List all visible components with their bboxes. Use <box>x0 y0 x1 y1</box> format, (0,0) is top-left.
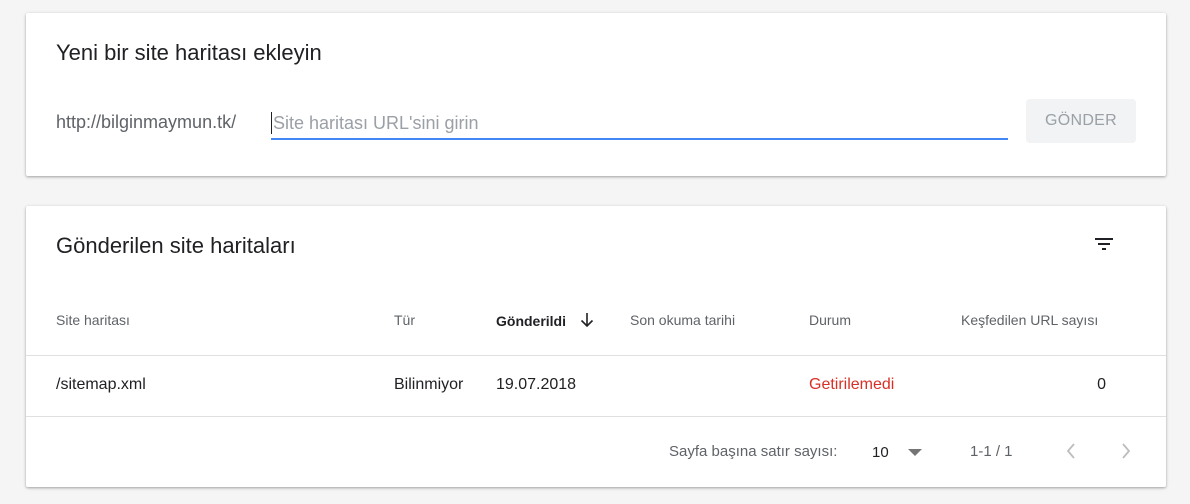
cell-discovered: 0 <box>1097 376 1106 393</box>
dropdown-arrow-icon <box>908 449 922 456</box>
page-range: 1-1 / 1 <box>970 443 1013 460</box>
row-divider <box>26 416 1166 417</box>
rows-per-page-value: 10 <box>872 443 889 461</box>
cell-status: Getirilemedi <box>809 376 895 393</box>
submit-button[interactable]: GÖNDER <box>1026 99 1136 143</box>
chevron-left-icon <box>1066 443 1075 459</box>
column-header-discovered[interactable]: Keşfedilen URL sayısı <box>961 312 1098 328</box>
previous-page-button[interactable] <box>1057 436 1085 466</box>
rows-per-page-label: Sayfa başına satır sayısı: <box>669 443 838 460</box>
url-prefix: http://bilginmaymun.tk/ <box>56 112 237 132</box>
filter-button[interactable] <box>1088 228 1120 260</box>
header-divider <box>26 355 1166 356</box>
column-header-submitted[interactable]: Gönderildi <box>496 312 594 329</box>
arrow-down-icon <box>580 313 593 328</box>
filter-list-icon <box>1095 238 1113 250</box>
cell-submitted: 19.07.2018 <box>496 376 577 393</box>
column-header-status[interactable]: Durum <box>809 312 851 328</box>
next-page-button[interactable] <box>1112 436 1140 466</box>
column-header-last-read[interactable]: Son okuma tarihi <box>630 312 735 328</box>
rows-per-page-select[interactable]: 10 <box>866 438 926 466</box>
column-header-sitemap[interactable]: Site haritası <box>56 312 130 328</box>
submitted-sitemaps-title: Gönderilen site haritaları <box>56 233 296 258</box>
chevron-right-icon <box>1122 443 1131 459</box>
text-caret <box>271 112 272 134</box>
column-header-type[interactable]: Tür <box>394 312 415 328</box>
sitemap-url-input[interactable] <box>271 108 1008 140</box>
cell-sitemap: /sitemap.xml <box>56 376 146 393</box>
add-sitemap-card: Yeni bir site haritası ekleyin http://bi… <box>26 13 1166 176</box>
submitted-sitemaps-card: Gönderilen site haritaları Site haritası… <box>26 206 1166 487</box>
cell-type: Bilinmiyor <box>394 376 464 393</box>
column-header-submitted-label: Gönderildi <box>496 313 566 329</box>
add-sitemap-title: Yeni bir site haritası ekleyin <box>56 40 322 65</box>
